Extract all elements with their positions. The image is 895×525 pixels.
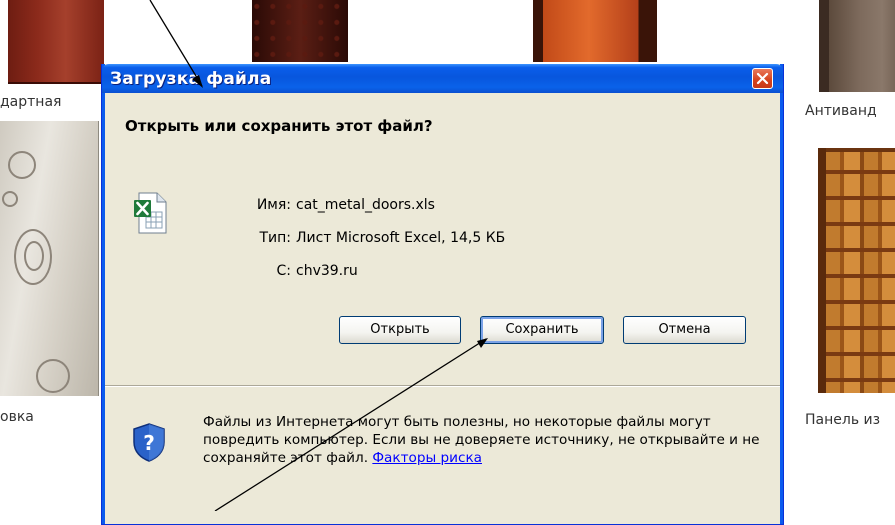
dialog-separator <box>105 385 780 387</box>
door-thumbnail-panel[interactable] <box>818 148 895 393</box>
source-label: С: <box>276 263 292 279</box>
save-button[interactable]: Сохранить <box>480 316 604 344</box>
svg-text:?: ? <box>143 431 155 455</box>
source-value: chv39.ru <box>296 263 358 279</box>
caption-panel[interactable]: Панель из <box>805 412 880 428</box>
security-shield-question-icon: ? <box>133 423 165 462</box>
caption-antivandal[interactable]: Антиванд <box>805 103 877 119</box>
caption-standard[interactable]: дартная <box>0 94 61 110</box>
open-button[interactable]: Открыть <box>339 316 461 344</box>
close-button[interactable] <box>752 68 773 89</box>
dialog-title: Загрузка файла <box>110 69 272 89</box>
excel-file-icon <box>134 192 167 234</box>
file-name-value: cat_metal_doors.xls <box>296 197 435 213</box>
door-thumbnail-dark-red[interactable] <box>252 0 348 62</box>
door-thumbnail-antivandal[interactable] <box>819 0 895 92</box>
dialog-question: Открыть или сохранить этот файл? <box>125 117 433 135</box>
file-type-value: Лист Microsoft Excel, 14,5 КБ <box>296 230 506 246</box>
name-label: Имя: <box>256 197 291 213</box>
close-icon <box>756 72 769 85</box>
cancel-button[interactable]: Отмена <box>623 316 746 344</box>
type-label: Тип: <box>259 230 291 246</box>
risk-factors-link[interactable]: Факторы риска <box>372 450 482 466</box>
caption-kovka[interactable]: овка <box>0 409 34 425</box>
door-thumbnail-orange[interactable] <box>533 0 657 62</box>
security-warning: Файлы из Интернета могут быть полезны, н… <box>203 413 763 467</box>
door-thumbnail-standard[interactable] <box>8 0 104 84</box>
file-download-dialog: Загрузка файла Открыть или сохранить это… <box>101 64 784 525</box>
door-thumbnail-kovka[interactable] <box>0 121 99 396</box>
dialog-titlebar[interactable]: Загрузка файла <box>102 64 783 93</box>
